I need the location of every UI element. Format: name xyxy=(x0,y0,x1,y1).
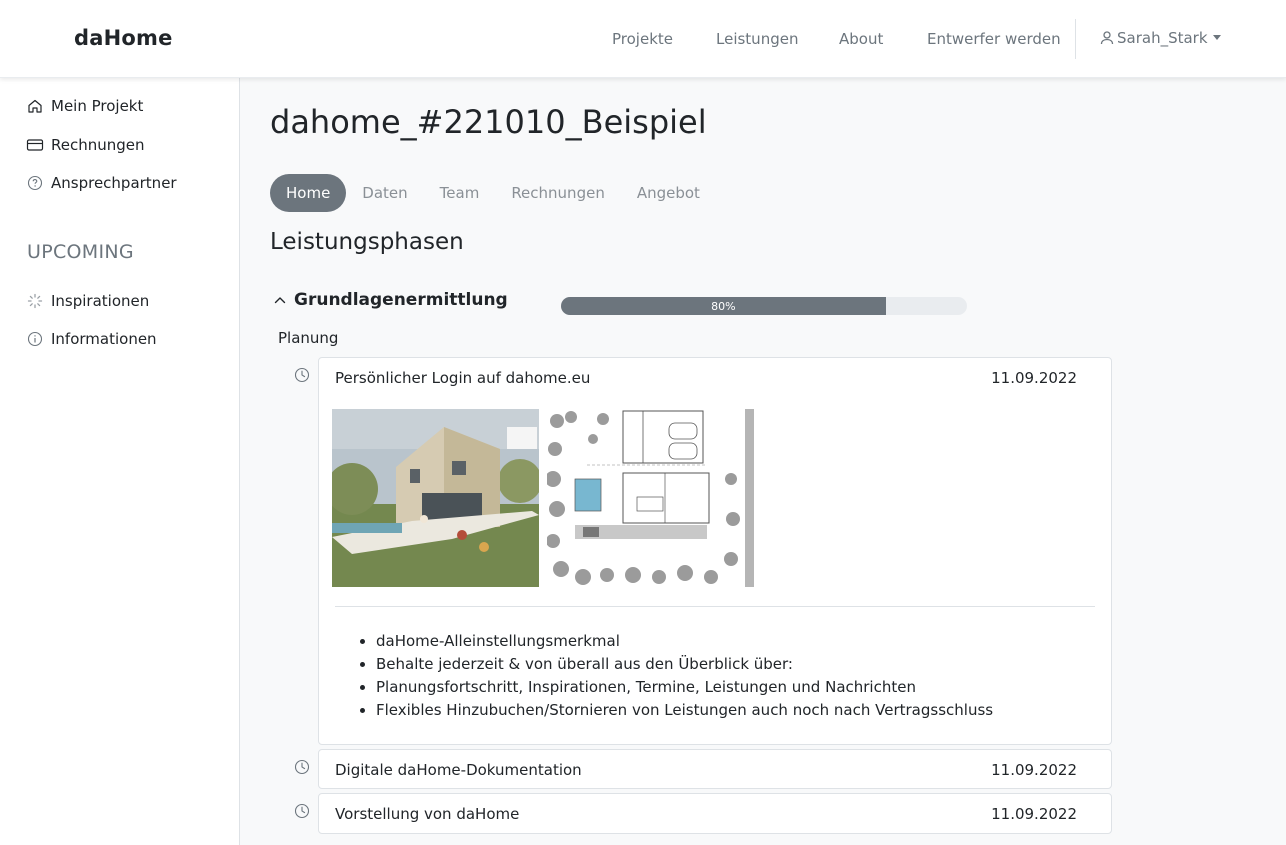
task-header[interactable]: Digitale daHome-Dokumentation 11.09.2022 xyxy=(335,761,1077,779)
sidebar-item-label: Informationen xyxy=(51,330,157,348)
nav-link-projekte[interactable]: Projekte xyxy=(612,30,673,48)
progress-label: 80% xyxy=(711,299,736,313)
task-title: Vorstellung von daHome xyxy=(335,805,520,823)
credit-card-icon xyxy=(26,136,44,154)
brand-logo[interactable]: daHome xyxy=(74,26,173,50)
list-item: daHome-Alleinstellungsmerkmal xyxy=(376,630,993,653)
floor-plan-image[interactable] xyxy=(547,409,754,587)
task-title: Digitale daHome-Dokumentation xyxy=(335,761,582,779)
top-navbar: daHome Projekte Leistungen About Entwerf… xyxy=(0,0,1286,78)
project-tabs: Home Daten Team Rechnungen Angebot xyxy=(270,174,716,212)
sidebar-item-label: Rechnungen xyxy=(51,136,145,154)
task-date: 11.09.2022 xyxy=(991,369,1077,387)
task-bullet-list: daHome-Alleinstellungsmerkmal Behalte je… xyxy=(376,630,993,722)
tab-angebot[interactable]: Angebot xyxy=(621,174,716,212)
tab-home[interactable]: Home xyxy=(270,174,347,212)
tab-daten[interactable]: Daten xyxy=(346,174,423,212)
clock-icon xyxy=(294,367,310,383)
progress-fill: 80% xyxy=(561,297,886,315)
chevron-up-icon xyxy=(274,297,286,304)
clock-icon xyxy=(294,803,310,819)
sidebar-item-informationen[interactable]: Informationen xyxy=(26,330,157,348)
tab-team[interactable]: Team xyxy=(424,174,496,212)
nav-divider xyxy=(1075,19,1076,59)
sidebar-heading-upcoming: UPCOMING xyxy=(27,241,134,263)
task-date: 11.09.2022 xyxy=(991,761,1077,779)
sidebar-item-label: Inspirationen xyxy=(51,292,150,310)
task-date: 11.09.2022 xyxy=(991,805,1077,823)
phase-title: Grundlagenermittlung xyxy=(294,290,508,310)
list-item: Flexibles Hinzubuchen/Stornieren von Lei… xyxy=(376,699,993,722)
task-card-expanded[interactable]: Persönlicher Login auf dahome.eu 11.09.2… xyxy=(318,357,1112,745)
task-card[interactable]: Vorstellung von daHome 11.09.2022 xyxy=(318,793,1112,834)
user-name: Sarah_Stark xyxy=(1117,29,1208,47)
house-icon xyxy=(26,97,44,115)
clock-icon xyxy=(294,759,310,775)
info-circle-icon xyxy=(26,330,44,348)
task-card[interactable]: Digitale daHome-Dokumentation 11.09.2022 xyxy=(318,749,1112,789)
phase-toggle[interactable]: Grundlagenermittlung xyxy=(272,290,508,310)
nav-link-entwerfer-werden[interactable]: Entwerfer werden xyxy=(927,30,1061,48)
question-circle-icon xyxy=(26,174,44,192)
section-title: Leistungsphasen xyxy=(270,229,464,255)
tab-rechnungen[interactable]: Rechnungen xyxy=(495,174,621,212)
sidebar: Mein Projekt Rechnungen Ansprechpartner … xyxy=(0,78,240,845)
caret-down-icon xyxy=(1212,34,1221,40)
task-title: Persönlicher Login auf dahome.eu xyxy=(335,369,591,387)
person-icon xyxy=(1100,31,1114,45)
card-divider xyxy=(335,606,1095,607)
sidebar-item-inspirationen[interactable]: Inspirationen xyxy=(26,292,149,310)
nav-link-leistungen[interactable]: Leistungen xyxy=(716,30,798,48)
sidebar-item-mein-projekt[interactable]: Mein Projekt xyxy=(26,97,143,115)
sidebar-item-label: Ansprechpartner xyxy=(51,174,177,192)
user-menu-dropdown[interactable]: Sarah_Stark xyxy=(1099,29,1221,47)
house-render-image[interactable] xyxy=(332,409,539,587)
spinner-icon xyxy=(26,292,44,310)
sidebar-item-label: Mein Projekt xyxy=(51,97,144,115)
list-item: Behalte jederzeit & von überall aus den … xyxy=(376,653,993,676)
nav-link-about[interactable]: About xyxy=(839,30,883,48)
subgroup-label: Planung xyxy=(278,329,339,347)
sidebar-item-ansprechpartner[interactable]: Ansprechpartner xyxy=(26,174,177,192)
sidebar-item-rechnungen[interactable]: Rechnungen xyxy=(26,136,145,154)
list-item: Planungsfortschritt, Inspirationen, Term… xyxy=(376,676,993,699)
task-header[interactable]: Vorstellung von daHome 11.09.2022 xyxy=(335,805,1077,823)
page-title: dahome_#221010_Beispiel xyxy=(270,103,707,141)
phase-progress-bar: 80% xyxy=(561,297,967,315)
task-header[interactable]: Persönlicher Login auf dahome.eu 11.09.2… xyxy=(335,369,1077,387)
